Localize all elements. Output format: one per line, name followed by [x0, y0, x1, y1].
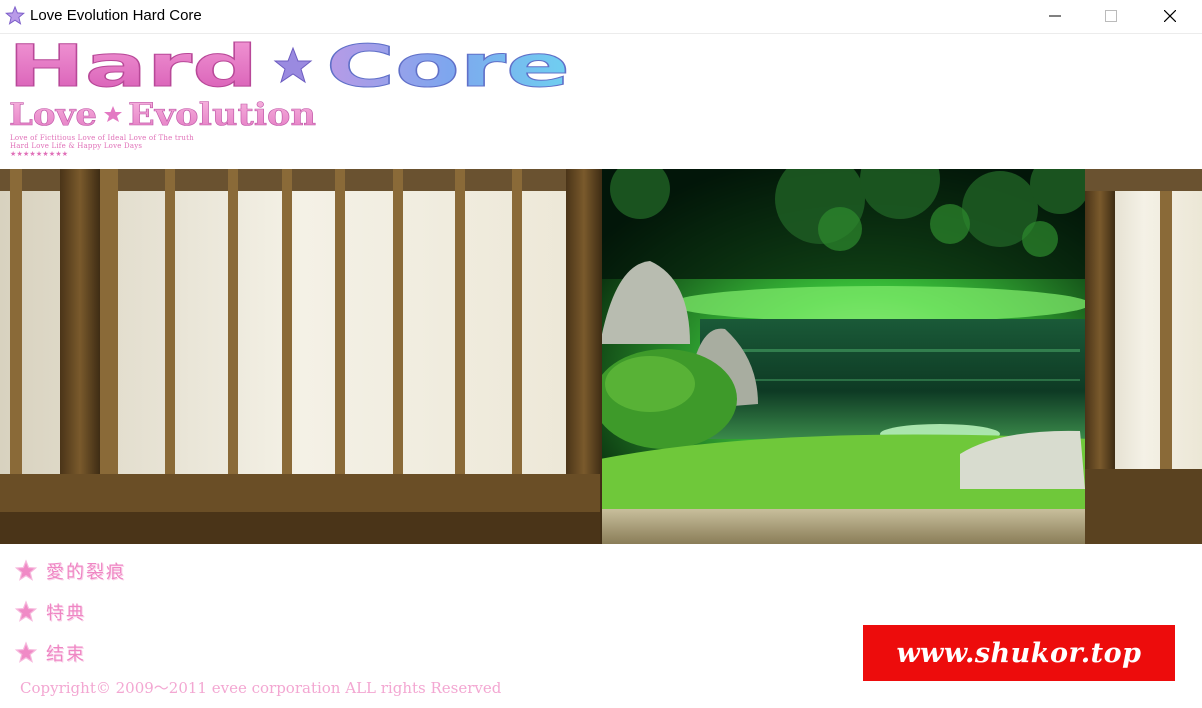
logo-tagline-line2: Hard Love Life & Happy Love Days	[10, 142, 143, 150]
minimize-button[interactable]	[1032, 0, 1078, 33]
copyright-text: Copyright© 2009～2011 evee corporation AL…	[20, 679, 502, 697]
menu-label-start: 愛的裂痕	[46, 562, 126, 583]
watermark-text: www.shukor.top	[896, 637, 1142, 669]
minimize-icon	[1049, 15, 1061, 17]
logo-star-icon	[273, 46, 313, 84]
menu-item-extras[interactable]: 特典	[14, 598, 86, 626]
logo-tagline-line1: Love of Fictitious Love of Ideal Love of…	[10, 134, 194, 142]
menu-item-start[interactable]: 愛的裂痕	[14, 557, 126, 585]
pink-star-icon	[14, 559, 38, 581]
app-star-icon	[5, 5, 25, 25]
title-scene-image	[0, 169, 1202, 544]
close-button[interactable]	[1147, 0, 1193, 33]
pink-star-icon	[14, 600, 38, 622]
title-bar: Love Evolution Hard Core	[0, 0, 1202, 34]
logo-tagline-stars: ★★★★★★★★★	[10, 150, 69, 158]
logo-subtitle-evolution: Evolution	[128, 97, 316, 133]
logo-subtitle-love: Love	[9, 97, 97, 133]
watermark-banner: www.shukor.top	[863, 625, 1175, 681]
pink-star-icon	[14, 641, 38, 663]
menu-label-extras: 特典	[46, 603, 86, 624]
maximize-button[interactable]	[1088, 0, 1134, 33]
game-logo: Hard Core Love Evolution Love of Fictiti…	[0, 32, 600, 164]
maximize-icon	[1105, 10, 1117, 22]
menu-item-exit[interactable]: 结束	[14, 639, 86, 667]
logo-word-hard: Hard	[8, 34, 258, 100]
window-title: Love Evolution Hard Core	[30, 7, 202, 24]
menu-label-exit: 结束	[46, 644, 86, 665]
close-icon	[1164, 10, 1176, 22]
logo-word-core: Core	[326, 34, 570, 100]
logo-subtitle-star-icon	[104, 106, 122, 122]
